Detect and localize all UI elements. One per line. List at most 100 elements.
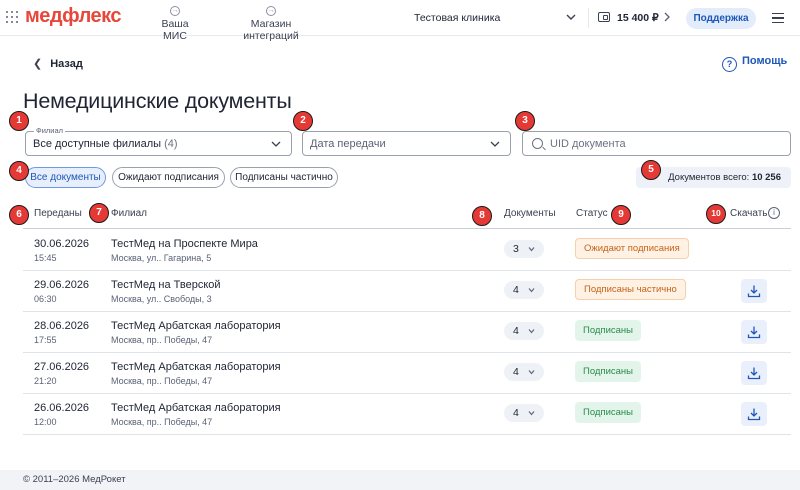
chip-all-documents[interactable]: Все документы (25, 167, 106, 188)
status-badge: Подписаны (575, 320, 642, 341)
marker-1: 1 (9, 111, 29, 131)
chevron-down-icon (490, 141, 500, 147)
download-icon (747, 367, 761, 380)
branch-select[interactable]: Филиал Все доступные филиалы (4) (25, 126, 292, 156)
row-date: 27.06.2026 (34, 361, 90, 373)
transfer-date-placeholder: Дата передачи (310, 138, 386, 150)
chip-partially-signed[interactable]: Подписаны частично (230, 167, 338, 188)
download-button[interactable] (741, 320, 767, 344)
row-branch-address: Москва, ул.. Гагарина, 5 (111, 253, 212, 263)
divider (588, 8, 589, 28)
marker-7: 7 (89, 203, 109, 223)
documents-count-dropdown[interactable]: 3 (504, 240, 544, 258)
top-bar: медфлекс → Ваша МИС → Магазин интеграций… (0, 0, 800, 42)
column-header-date[interactable]: Переданы (34, 208, 82, 219)
column-header-status: Статус (576, 208, 608, 219)
download-button[interactable] (741, 402, 767, 426)
row-date: 26.06.2026 (34, 402, 90, 414)
row-branch-name: ТестМед на Тверской (111, 279, 221, 291)
marker-6: 6 (9, 205, 29, 225)
row-time: 06:30 (34, 294, 57, 304)
marker-10: 10 (706, 204, 726, 224)
logo[interactable]: медфлекс (25, 5, 122, 28)
wallet-icon (598, 12, 610, 22)
documents-total-value: 10 256 (751, 172, 781, 183)
chevron-down-icon (528, 247, 535, 252)
marker-5: 5 (641, 160, 661, 180)
row-branch-name: ТестМед Арбатская лаборатория (111, 361, 281, 373)
table-row[interactable]: 26.06.2026 12:00 ТестМед Арбатская лабор… (23, 394, 791, 435)
footer: © 2011–2026 МедРокет (0, 470, 800, 490)
back-button[interactable]: ❮ Назад (33, 57, 83, 70)
status-badge: Подписаны (575, 402, 642, 423)
row-branch-name: ТестМед Арбатская лаборатория (111, 320, 281, 332)
documents-count-dropdown[interactable]: 4 (504, 281, 544, 299)
uid-search-input[interactable]: UID документа (522, 131, 791, 156)
support-button[interactable]: Поддержка (686, 8, 756, 29)
chevron-down-icon[interactable] (565, 11, 577, 23)
question-icon: ? (722, 57, 737, 72)
download-icon (747, 285, 761, 298)
menu-icon[interactable] (772, 13, 784, 23)
info-icon[interactable]: i (768, 207, 780, 219)
download-button[interactable] (741, 279, 767, 303)
chevron-right-icon[interactable] (662, 11, 672, 23)
uid-placeholder: UID документа (550, 138, 626, 150)
table-row[interactable]: 30.06.2026 15:45 ТестМед на Проспекте Ми… (23, 230, 791, 271)
documents-total-label: Документов всего: (668, 172, 750, 183)
row-branch-address: Москва, пр.. Победы, 47 (111, 417, 213, 427)
branch-count: (4) (164, 138, 178, 150)
marker-9: 9 (611, 205, 631, 225)
column-header-download: Скачать (730, 208, 768, 219)
table-row[interactable]: 29.06.2026 06:30 ТестМед на Тверской Мос… (23, 271, 791, 312)
row-branch-name: ТестМед на Проспекте Мира (111, 238, 258, 250)
logout-icon: → (266, 6, 276, 16)
download-icon (747, 408, 761, 421)
balance[interactable]: 15 400 ₽ (617, 12, 659, 24)
documents-count-dropdown[interactable]: 4 (504, 322, 544, 340)
row-branch-address: Москва, ул.. Свободы, 3 (111, 294, 212, 304)
branch-select-label: Филиал (34, 126, 66, 135)
transfer-date-select[interactable]: Дата передачи (302, 131, 511, 156)
chip-awaiting-signature[interactable]: Ожидают подписания (112, 167, 225, 188)
documents-count-dropdown[interactable]: 4 (504, 363, 544, 381)
marker-3: 3 (515, 111, 535, 131)
branch-select-value: Все доступные филиалы (4) (33, 138, 178, 150)
row-time: 21:20 (34, 376, 57, 386)
row-branch-name: ТестМед Арбатская лаборатория (111, 402, 281, 414)
row-time: 12:00 (34, 417, 57, 427)
chevron-down-icon (528, 370, 535, 375)
search-icon (532, 138, 543, 149)
row-time: 15:45 (34, 253, 57, 263)
help-link[interactable]: ? Помощь (722, 55, 787, 72)
table-header: Переданы Филиал Документы Статус Скачать… (23, 200, 791, 229)
row-date: 29.06.2026 (34, 279, 90, 291)
chevron-down-icon (528, 288, 535, 293)
clinic-selector[interactable]: Тестовая клиника (414, 12, 500, 24)
chevron-down-icon (528, 329, 535, 334)
status-badge: Ожидают подписания (575, 238, 689, 259)
login-icon: → (170, 6, 180, 16)
download-icon (747, 326, 761, 339)
row-branch-address: Москва, пр.. Победы, 47 (111, 335, 213, 345)
table-row[interactable]: 28.06.2026 17:55 ТестМед Арбатская лабор… (23, 312, 791, 353)
column-header-branch: Филиал (111, 208, 148, 219)
help-label: Помощь (742, 55, 788, 67)
chevron-down-icon (271, 141, 281, 147)
table-row[interactable]: 27.06.2026 21:20 ТестМед Арбатская лабор… (23, 353, 791, 394)
row-date: 28.06.2026 (34, 320, 90, 332)
row-time: 17:55 (34, 335, 57, 345)
documents-count-dropdown[interactable]: 4 (504, 404, 544, 422)
row-date: 30.06.2026 (34, 238, 90, 250)
nav-your-mis[interactable]: → Ваша МИС (150, 6, 200, 42)
marker-4: 4 (9, 161, 29, 181)
marker-2: 2 (293, 111, 313, 131)
apps-grid-icon[interactable] (6, 11, 18, 23)
marker-8: 8 (472, 206, 492, 226)
nav-integrations-store[interactable]: → Магазин интеграций (224, 6, 318, 42)
download-button[interactable] (741, 361, 767, 385)
chevron-down-icon (528, 411, 535, 416)
nav-label: Магазин интеграций (243, 18, 299, 42)
column-header-documents: Документы (504, 208, 556, 219)
status-badge: Подписаны частично (575, 279, 686, 300)
